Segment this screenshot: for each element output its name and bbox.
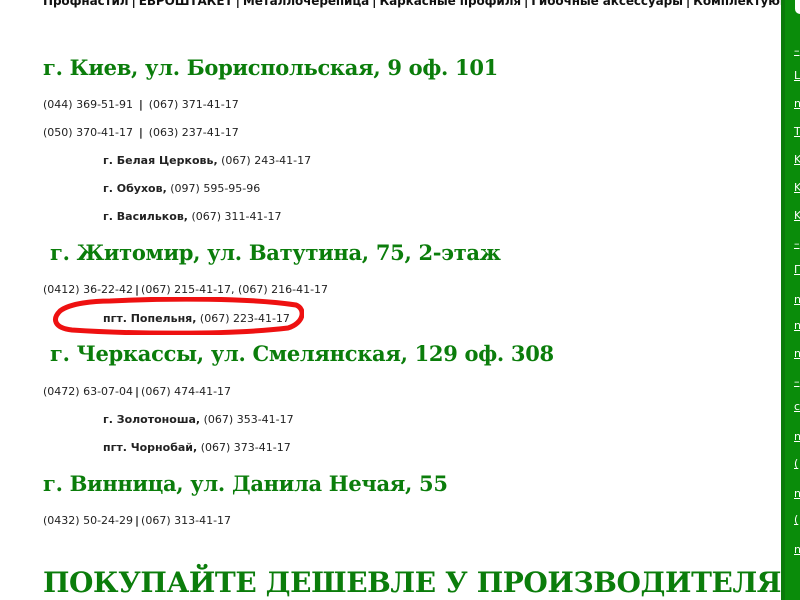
sidebar-link-fragment[interactable]: L (794, 69, 800, 82)
sidebar-link-fragment[interactable]: n (794, 319, 800, 332)
phone-number[interactable]: (063) 237-41-17 (149, 126, 239, 139)
branch-vasylkiv: г. Васильков, (067) 311-41-17 (103, 210, 281, 223)
office-phones-vinnytsia: (0432) 50-24-29 | (067) 313-41-17 (43, 514, 232, 527)
sidebar-link-fragment[interactable]: – (794, 237, 800, 250)
branch-city: г. Белая Церковь, (103, 154, 218, 167)
phone-number[interactable]: (097) 595-95-96 (170, 182, 260, 195)
phone-number[interactable]: (0472) 63-07-04 (43, 385, 133, 398)
nav-item-euroshtaket[interactable]: ЕВРОШТАКЕТ (139, 0, 233, 8)
sidebar-link-fragment[interactable]: c (794, 400, 800, 413)
sidebar-link-fragment[interactable]: n (794, 487, 800, 500)
nav-item-bending-accessories[interactable]: Гибочные аксессуары (531, 0, 683, 8)
sidebar-link-fragment[interactable]: K (794, 209, 800, 222)
branch-popelnia: пгт. Попельня, (067) 223-41-17 (103, 312, 290, 325)
sidebar-link-fragment[interactable]: ( (794, 513, 798, 526)
phone-number[interactable]: (044) 369-51-91 (43, 98, 133, 111)
phone-number[interactable]: (067) 373-41-17 (201, 441, 291, 454)
office-phones-cherkasy: (0472) 63-07-04 | (067) 474-41-17 (43, 385, 232, 398)
phone-number[interactable]: (067) 215-41-17, (067) 216-41-17 (141, 283, 328, 296)
branch-chornobai: пгт. Чорнобай, (067) 373-41-17 (103, 441, 291, 454)
sidebar-border (781, 0, 785, 600)
nav-item-metallocherepitsa[interactable]: Металлочерепица (243, 0, 369, 8)
sidebar-link-fragment[interactable]: n (794, 347, 800, 360)
sidebar-link-fragment[interactable]: n (794, 97, 800, 110)
phone-number[interactable]: (067) 311-41-17 (191, 210, 281, 223)
branch-city: г. Обухов, (103, 182, 167, 195)
office-heading-cherkasy: г. Черкассы, ул. Смелянская, 129 оф. 308 (50, 341, 554, 366)
sidebar-link-fragment[interactable]: ( (794, 457, 798, 470)
branch-city: пгт. Чорнобай, (103, 441, 198, 454)
phone-number[interactable]: (067) 474-41-17 (141, 385, 231, 398)
sidebar-link-fragment[interactable]: – (794, 44, 800, 57)
nav-item-profnastil[interactable]: Профнастил (43, 0, 129, 8)
phone-number[interactable]: (0412) 36-22-42 (43, 283, 133, 296)
branch-city: пгт. Попельня, (103, 312, 197, 325)
sidebar-link-fragment[interactable]: T (794, 125, 800, 138)
office-phones-zhytomyr: (0412) 36-22-42 | (067) 215-41-17, (067) 2… (43, 283, 329, 296)
branch-bila-tserkva: г. Белая Церковь, (067) 243-41-17 (103, 154, 311, 167)
sidebar-link-fragment[interactable]: K (794, 153, 800, 166)
promo-slogan: ПОКУПАЙТЕ ДЕШЕВЛЕ У ПРОИЗВОДИТЕЛЯ! (43, 566, 793, 599)
top-nav: Профнастил | ЕВРОШТАКЕТ | Металлочерепица | Ка… (43, 0, 800, 8)
sidebar-link-fragment[interactable]: – (794, 375, 800, 388)
sidebar-link-fragment[interactable]: n (794, 293, 800, 306)
branch-obukhov: г. Обухов, (097) 595-95-96 (103, 182, 260, 195)
office-phones-kyiv-line1: (044) 369-51-91 | (067) 371-41-17 (43, 98, 239, 111)
phone-number[interactable]: (067) 223-41-17 (200, 312, 290, 325)
office-heading-kyiv: г. Киев, ул. Бориспольская, 9 оф. 101 (43, 55, 498, 80)
branch-zolotonosha: г. Золотоноша, (067) 353-41-17 (103, 413, 294, 426)
phone-number[interactable]: (067) 371-41-17 (149, 98, 239, 111)
phone-number[interactable]: (067) 313-41-17 (141, 514, 231, 527)
phone-number[interactable]: (050) 370-41-17 (43, 126, 133, 139)
phone-number[interactable]: (067) 353-41-17 (204, 413, 294, 426)
office-phones-kyiv-line2: (050) 370-41-17 | (063) 237-41-17 (43, 126, 239, 139)
phone-number[interactable]: (067) 243-41-17 (221, 154, 311, 167)
branch-city: г. Золотоноша, (103, 413, 201, 426)
right-sidebar: – L n T K K K – П n n n – c n ( n ( n (781, 0, 800, 600)
sidebar-tab-top[interactable] (795, 0, 800, 14)
phone-number[interactable]: (0432) 50-24-29 (43, 514, 133, 527)
sidebar-link-fragment[interactable]: K (794, 181, 800, 194)
office-heading-vinnytsia: г. Винница, ул. Данила Нечая, 55 (43, 471, 448, 496)
sidebar-link-fragment[interactable]: n (794, 430, 800, 443)
nav-item-frame-profiles[interactable]: Каркасные профиля (379, 0, 521, 8)
sidebar-link-fragment[interactable]: n (794, 543, 800, 556)
sidebar-link-fragment[interactable]: П (794, 263, 800, 276)
office-heading-zhytomyr: г. Житомир, ул. Ватутина, 75, 2-этаж (50, 240, 501, 265)
branch-city: г. Васильков, (103, 210, 188, 223)
